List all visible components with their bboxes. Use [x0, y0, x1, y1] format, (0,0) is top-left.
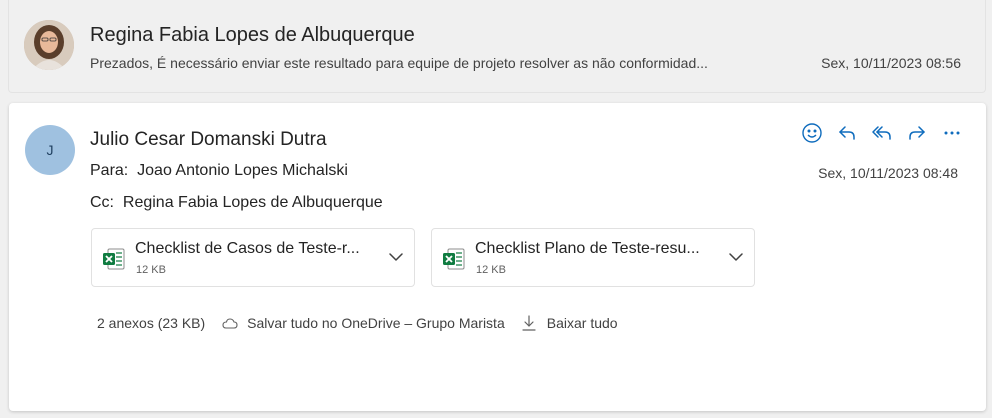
attachment-size: 12 KB: [136, 264, 166, 276]
excel-icon: [442, 247, 466, 276]
excel-icon: [102, 247, 126, 276]
attachment-size: 12 KB: [476, 264, 506, 276]
attachments-footer: 2 anexos (23 KB) Salvar tudo no OneDrive…: [97, 315, 618, 331]
forward-icon[interactable]: [905, 121, 929, 145]
attachments-count: 2 anexos (23 KB): [97, 315, 206, 331]
attachment-name: Checklist Plano de Teste-resu...: [475, 240, 700, 257]
avatar: J: [25, 125, 75, 175]
message-preview: Prezados, É necessário enviar este resul…: [90, 55, 708, 71]
cloud-icon: [222, 317, 238, 329]
save-onedrive-button[interactable]: Salvar tudo no OneDrive – Grupo Marista: [222, 315, 505, 331]
reply-all-icon[interactable]: [870, 121, 894, 145]
attachment-name: Checklist de Casos de Teste-r...: [135, 240, 360, 257]
attachment-card[interactable]: Checklist de Casos de Teste-r... 12 KB: [91, 228, 415, 287]
to-label: Para:: [90, 162, 129, 179]
sender-name: Regina Fabia Lopes de Albuquerque: [90, 24, 415, 46]
save-onedrive-label: Salvar tudo no OneDrive – Grupo Marista: [247, 315, 505, 331]
avatar: [24, 20, 74, 70]
more-icon[interactable]: [940, 121, 964, 145]
to-line: Para: Joao Antonio Lopes Michalski: [90, 162, 348, 180]
reply-icon[interactable]: [835, 121, 859, 145]
message-date: Sex, 10/11/2023 08:48: [818, 165, 958, 181]
chevron-down-icon[interactable]: [728, 249, 744, 270]
message-date: Sex, 10/11/2023 08:56: [821, 55, 961, 71]
chevron-down-icon[interactable]: [388, 249, 404, 270]
attachment-card[interactable]: Checklist Plano de Teste-resu... 12 KB: [431, 228, 755, 287]
smiley-icon[interactable]: [800, 121, 824, 145]
cc-line: Cc: Regina Fabia Lopes de Albuquerque: [90, 194, 383, 212]
download-icon: [522, 315, 536, 331]
download-all-button[interactable]: Baixar tudo: [522, 315, 618, 331]
cc-recipient[interactable]: Regina Fabia Lopes de Albuquerque: [123, 194, 383, 211]
collapsed-message[interactable]: Regina Fabia Lopes de Albuquerque Prezad…: [8, 0, 986, 93]
message-actions: [800, 121, 964, 145]
cc-label: Cc:: [90, 194, 114, 211]
download-all-label: Baixar tudo: [546, 315, 618, 331]
sender-name[interactable]: Julio Cesar Domanski Dutra: [90, 129, 327, 151]
to-recipient[interactable]: Joao Antonio Lopes Michalski: [137, 162, 348, 179]
message-card: J Julio Cesar Domanski Dutra Para: Joao …: [9, 103, 986, 411]
